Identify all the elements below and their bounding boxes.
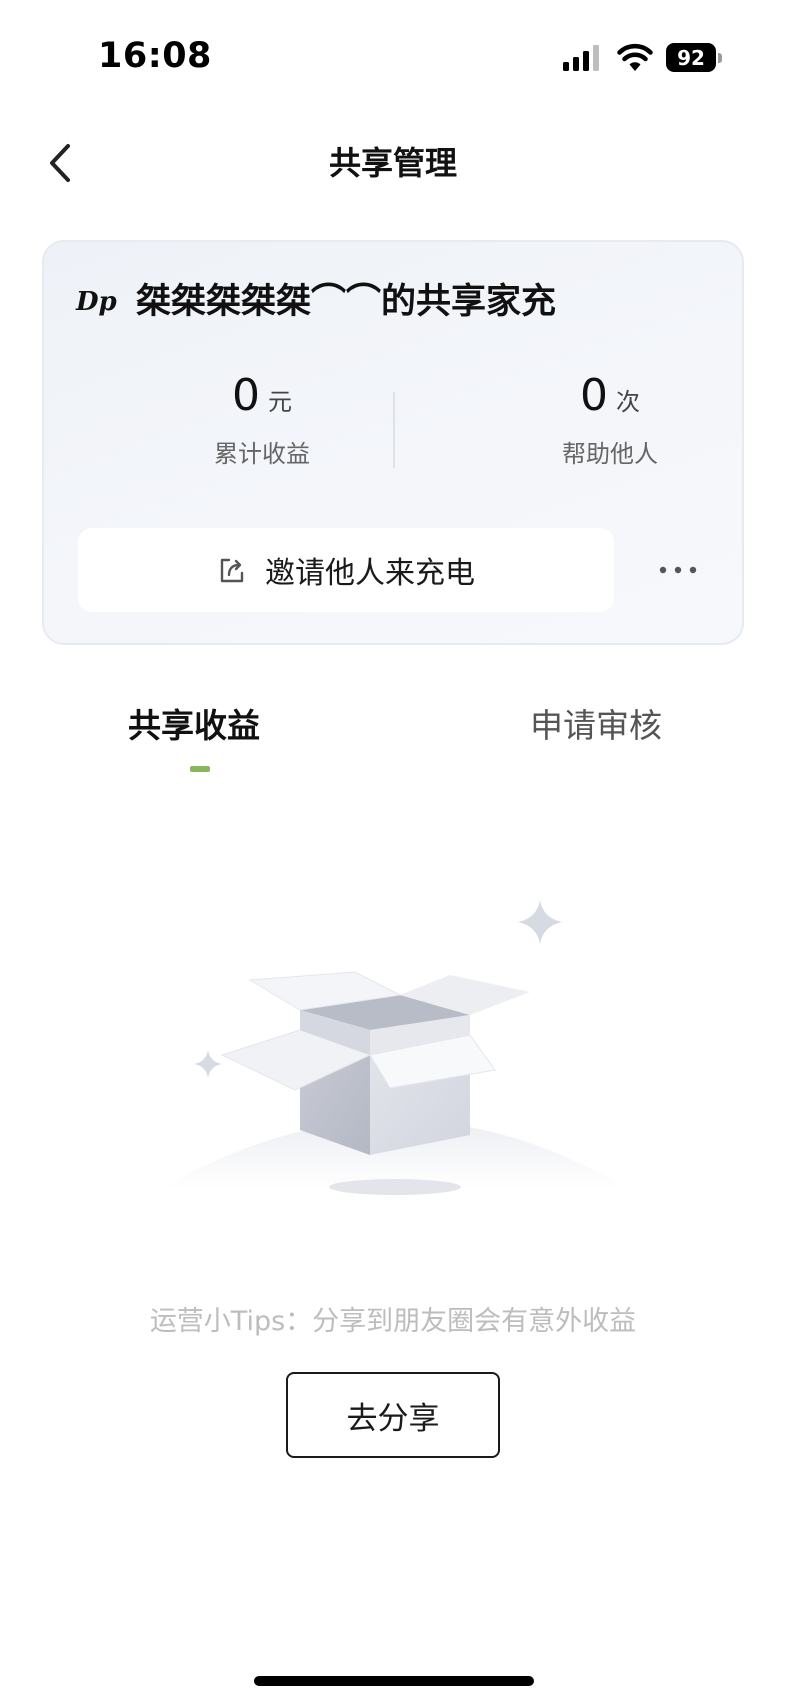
page-title: 共享管理 [328,144,457,182]
go-share-button[interactable]: 去分享 [286,1372,500,1458]
earnings-label: 累计收益 [214,440,310,468]
wifi-icon [617,43,653,71]
helps-label: 帮助他人 [562,440,658,468]
share-card: Dp 桀桀桀桀桀⌒⌒的共享家充 0 元 累计收益 0 次 帮助他人 邀请他人来充… [42,240,744,645]
screen: 16:08 92 共享管理 Dp 桀桀桀桀桀⌒⌒的共享家充 0 元 累计收益 0… [0,0,786,1704]
status-time: 16:08 [98,36,212,76]
earnings-value: 0 [232,370,260,421]
active-tab-indicator [190,766,210,772]
invite-button[interactable]: 邀请他人来充电 [78,528,614,612]
stat-earnings: 0 元 累计收益 [112,364,412,469]
tab-shared-earnings[interactable]: 共享收益 [128,700,260,752]
tips-text: 运营小Tips：分享到朋友圈会有意外收益 [149,1306,637,1337]
helps-unit: 次 [616,388,640,416]
more-button[interactable] [648,548,708,592]
invite-label: 邀请他人来充电 [265,556,475,591]
earnings-unit: 元 [268,388,292,416]
more-dots-icon [659,566,697,574]
empty-box-icon [160,900,630,1195]
battery-level: 92 [666,43,716,72]
signal-icon [563,45,599,71]
helps-value: 0 [580,370,608,421]
home-indicator[interactable] [254,1676,534,1686]
stat-helps: 0 次 帮助他人 [460,364,760,469]
signature-logo-icon: Dp [76,287,117,317]
stat-divider [393,392,395,468]
share-icon [220,558,244,583]
stat-value-row: 0 元 [112,364,412,422]
battery-tip [718,53,722,63]
status-bar: 16:08 92 [0,0,786,118]
stat-value-row: 0 次 [460,364,760,422]
battery-icon: 92 [666,43,722,72]
chevron-left-icon[interactable] [42,140,82,186]
tab-application-review[interactable]: 申请审核 [530,700,662,752]
owner-title: 桀桀桀桀桀⌒⌒的共享家充 [136,282,557,322]
